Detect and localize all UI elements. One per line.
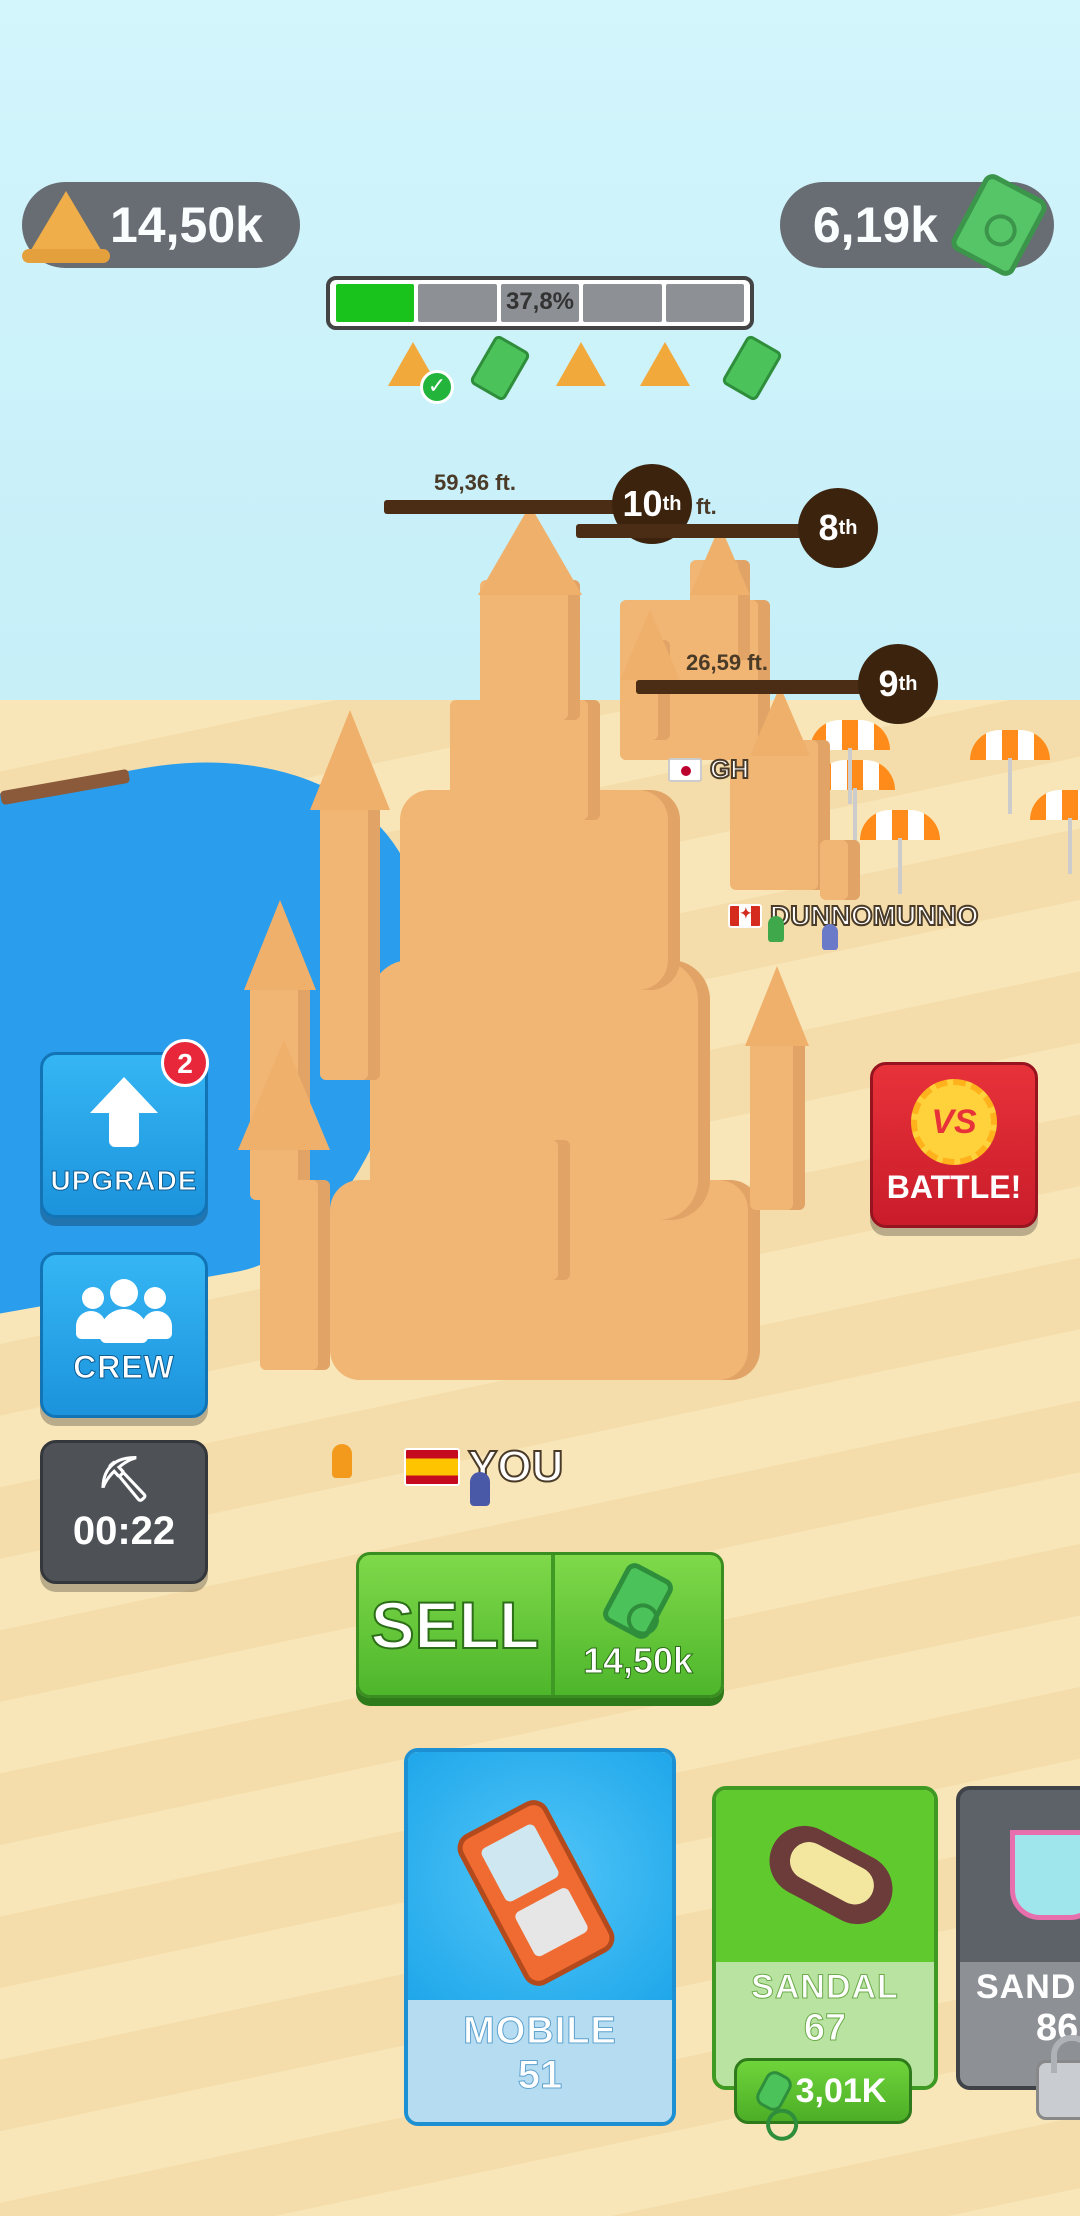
height-bar-8th [576,524,820,538]
cash-reward-icon [470,340,524,392]
item-card-sandal[interactable]: SANDAL 67 [712,1786,938,2090]
sand-reward-icon: ✓ [386,340,454,404]
level-progress-bar: 37,8% [326,276,754,330]
card-value: 67 [803,2007,847,2050]
crew-button[interactable]: CREW [40,1252,208,1418]
sand-bucket-icon [960,1790,1080,1962]
height-label-8th: ft. [696,494,717,519]
spain-flag-icon [404,1448,460,1486]
milestone-rewards: ✓ [386,340,776,404]
sell-amount: 14,50k [582,1640,694,1682]
card-name: SAND [976,1968,1077,2006]
sand-pile-icon [22,187,110,263]
battle-button[interactable]: VS BATTLE! [870,1062,1038,1228]
height-label-10th: 59,36 ft. [434,470,516,495]
upgrade-button[interactable]: 2 UPGRADE [40,1039,209,1218]
canada-flag-icon [728,904,762,928]
item-card-mobile[interactable]: MOBILE 51 [404,1748,676,2126]
cash-counter: 6,19k [780,170,1054,280]
crew-label: CREW [73,1349,175,1386]
cash-bill-icon [752,2067,795,2115]
fire-shovel-icon: ⛏ [96,1455,152,1504]
progress-percent: 37,8% [505,288,575,315]
arrow-up-icon [43,1077,205,1147]
upgrade-label: UPGRADE [50,1165,198,1197]
card-name: MOBILE [463,2010,617,2053]
sand-counter: 14,50k [22,182,300,268]
rival-character [768,916,784,942]
height-bar-9th [636,680,868,694]
check-icon: ✓ [420,370,454,404]
card-value: 51 [517,2053,563,2098]
sell-button[interactable]: SELL 14,50k [356,1552,724,1698]
height-label-9th: 26,59 ft. [686,650,768,675]
notification-badge: 2 [161,1039,209,1087]
card-name: SANDAL [751,1968,899,2007]
sandal-icon [716,1790,934,1962]
boost-timer-button[interactable]: ⛏ 00:22 [40,1440,208,1584]
player-tag-gh: GH [668,753,750,785]
sand-reward-icon [554,340,608,392]
sand-reward-icon [638,340,692,392]
worker-character [332,1444,352,1478]
rank-badge-8th: 8th [798,488,878,568]
player-tag-dunnomunno: DUNNOMUNNO [728,899,979,932]
rank-badge-9th: 9th [858,644,938,724]
cash-reward-icon [722,340,776,392]
sell-value: 14,50k [555,1555,721,1695]
rival-character [822,924,838,950]
sandal-price-button[interactable]: 3,01K [734,2058,912,2124]
vs-burst-icon: VS [911,1079,997,1165]
cash-bill-icon [599,1559,677,1643]
lock-icon [1036,2035,1080,2120]
mobile-phone-icon [408,1752,672,2000]
player-character [470,1472,490,1506]
japan-flag-icon [668,757,702,782]
battle-label: BATTLE! [886,1169,1022,1205]
boost-timer: 00:22 [72,1509,176,1553]
people-group-icon [76,1279,172,1343]
sell-label: SELL [359,1555,555,1695]
